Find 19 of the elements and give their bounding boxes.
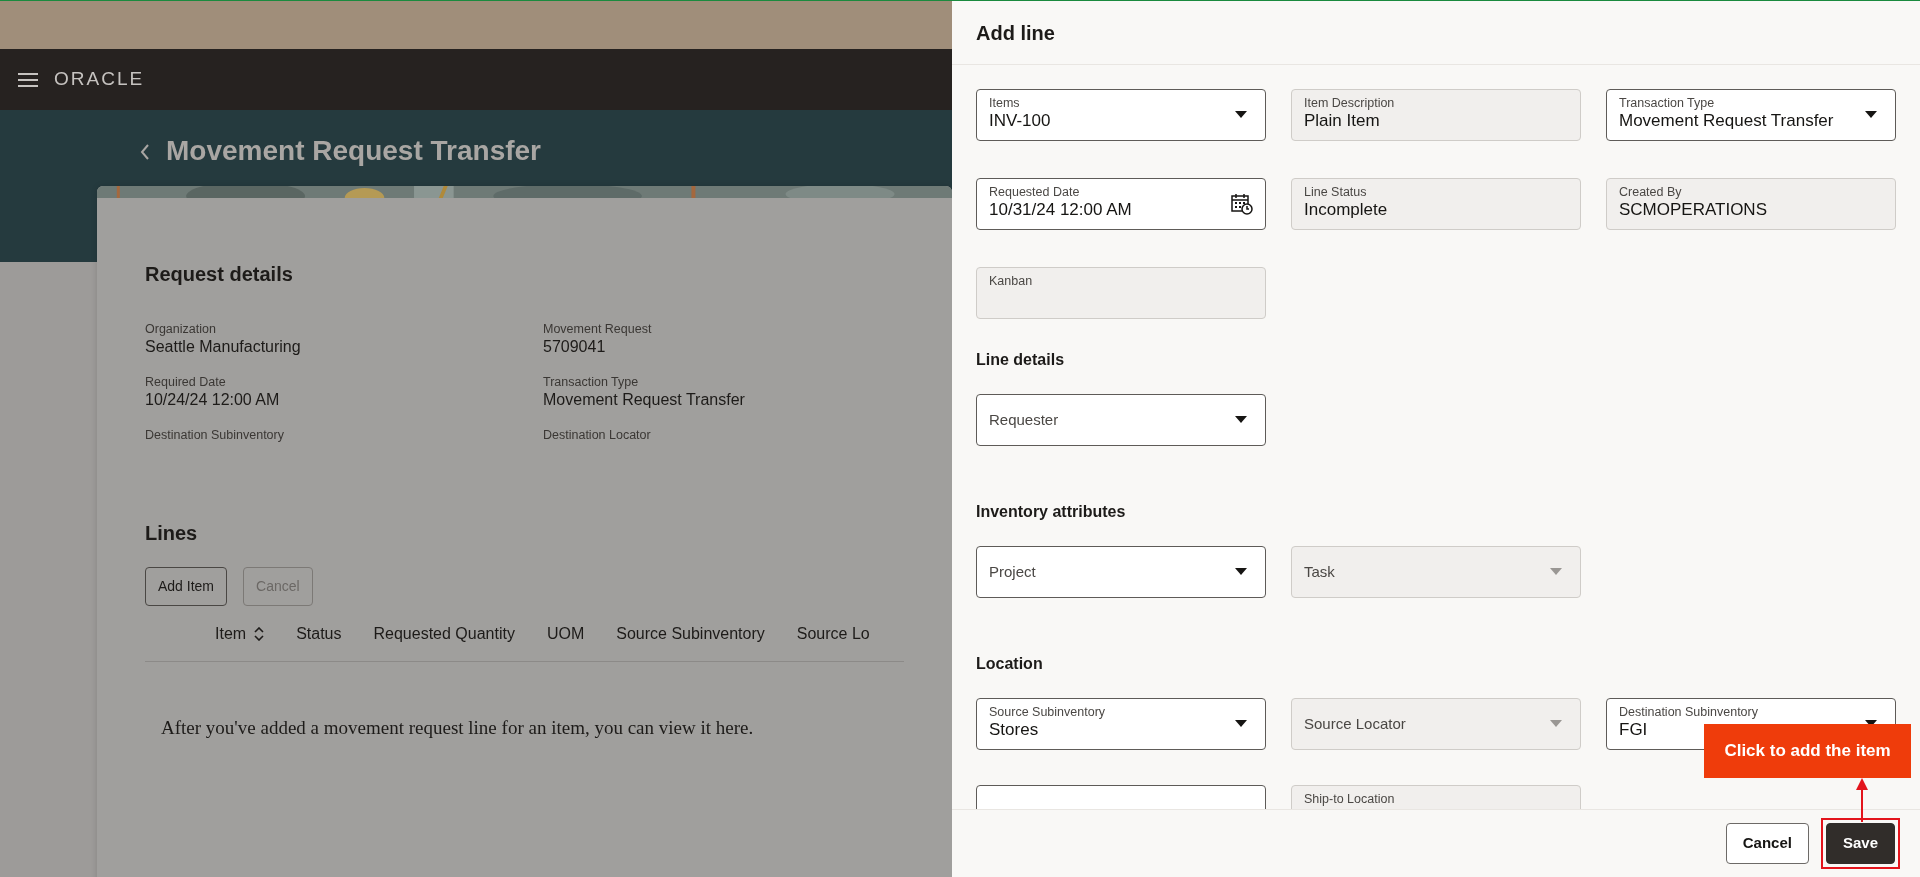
page-title: Movement Request Transfer [166,134,541,168]
section-heading: Request details [145,262,294,286]
empty-message: After you've added a movement request line for an item, you can view it here. [160,716,755,740]
field-value: Seattle Manufacturing [145,337,302,357]
hint-tooltip: Click to add the item [1704,724,1911,778]
field-value: Movement Request Transfer [543,390,746,410]
field-label: Destination Subinventory [145,428,285,443]
section-heading: Inventory attributes [976,502,1127,522]
field-label: Transaction Type [543,375,640,390]
field-value: 10/24/24 12:00 AM [145,390,281,410]
section-heading: Lines [145,521,199,545]
section-heading: Location [976,654,1044,674]
section-heading: Line details [976,350,1066,370]
field-label: Movement Request [543,322,653,337]
field-label: Required Date [145,375,227,390]
panel-title: Add line [976,20,1055,46]
field-label: Organization [145,322,217,337]
field-value: 5709041 [543,337,607,357]
field-label: Destination Locator [543,428,652,443]
